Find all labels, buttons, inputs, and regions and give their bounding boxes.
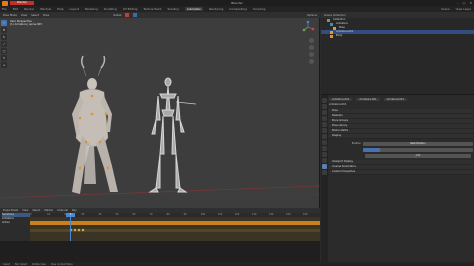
view-layer-tab-icon[interactable] [322,116,327,121]
output-tab-icon[interactable] [322,110,327,115]
physics-tab-icon[interactable] [322,152,327,157]
object-name-pill[interactable]: Armature.001 [329,98,353,101]
3d-viewport[interactable]: Pose Mode View Select Pose Global Option… [0,12,320,208]
constraints-tab-icon[interactable] [322,158,327,163]
channel-action[interactable]: Action [2,221,30,225]
collection-icon [327,18,330,22]
pin-pill[interactable]: Armature.001 [383,98,407,101]
tab-sculpting[interactable]: Sculpting [104,7,117,11]
status-bar: Select Box Select Rotate View Pose Conte… [0,262,474,266]
menu-select[interactable]: Select [31,14,39,17]
playhead[interactable] [70,213,71,243]
status-hint: Rotate View [32,262,46,266]
status-hint: Select [3,262,11,266]
menu-file[interactable]: File [2,7,7,11]
menu-view[interactable]: View [22,209,28,212]
panel-pose-library[interactable]: Pose Library [329,124,473,129]
position-label: Position [351,142,361,145]
keyframe-area[interactable] [30,217,320,241]
rest-position-dropdown[interactable]: Rest Position [363,141,473,146]
mesh-icon [330,34,333,38]
scene-tab-icon[interactable] [322,122,327,127]
menu-channel[interactable]: Channel [57,209,68,212]
tab-texture-paint[interactable]: Texture Paint [143,7,161,11]
skeleton-armature[interactable] [148,77,197,193]
menu-select[interactable]: Select [32,209,40,212]
window-title: Blender [231,1,243,5]
tab-compositing[interactable]: Compositing [229,7,247,11]
properties-tabs [321,95,328,263]
menu-view[interactable]: View [21,14,27,17]
panel-pose[interactable]: Pose [329,109,473,114]
menu-help[interactable]: Help [57,7,63,11]
status-hint: Pose Context Menu [50,262,73,266]
panel-bone-groups[interactable]: Bone Groups [329,119,473,124]
render-tab-icon[interactable] [322,104,327,109]
close-icon[interactable]: ✕ [469,1,472,5]
tab-modeling[interactable]: Modeling [85,7,98,11]
panel-motion-paths[interactable]: Motion Paths [329,129,473,134]
snap-icon[interactable] [133,13,138,17]
minimize-icon[interactable]: – [457,1,459,5]
world-tab-icon[interactable] [322,128,327,133]
scene-canvas[interactable] [0,18,320,208]
armored-character-mesh[interactable] [72,55,118,194]
outliner-row-label: Body [336,34,343,37]
data-name-pill[interactable]: Armature.001 [356,98,380,101]
slider-field [329,147,473,152]
armature-icon [330,22,333,26]
panel-inverse-kinematics[interactable]: Inverse Kinematics [329,165,473,170]
editor-type-selector[interactable]: Dope Sheet [3,209,18,212]
panel-custom-properties[interactable]: Custom Properties [329,170,473,175]
menu-render[interactable]: Render [24,7,34,11]
outliner[interactable]: Scene Collection Collection Armature Pos… [321,12,474,94]
current-frame-label[interactable]: 0 [66,213,75,217]
properties-header: Armature.001 Armature.001 Armature.001 [329,97,473,102]
menu-key[interactable]: Key [72,209,77,212]
add-button[interactable]: Add [365,154,471,158]
panel-display[interactable]: Display [329,134,473,139]
object-tab-icon[interactable] [322,134,327,139]
properties-editor[interactable]: Armature.001 Armature.001 Armature.001 A… [321,94,474,263]
mode-selector[interactable]: Pose Mode [3,14,17,17]
scene-selector[interactable]: Scene [441,7,450,11]
tab-animation[interactable]: Animation [184,7,204,11]
options-menu[interactable]: Options [307,14,317,17]
menu-pose[interactable]: Pose [43,14,49,17]
bone-tab-icon[interactable] [322,170,327,175]
position-field: Position Rest Position [329,141,473,146]
view-layer-selector[interactable]: View Layer [456,7,471,11]
tab-layout[interactable]: Layout [70,7,80,11]
modifier-tab-icon[interactable] [322,140,327,145]
tab-uv-editing[interactable]: UV Editing [123,7,138,11]
armature-data-tab-icon[interactable] [322,164,327,169]
record-icon[interactable] [125,13,130,17]
armature-icon [330,30,333,34]
summary-stripe [30,221,320,225]
tab-rendering[interactable]: Rendering [209,7,223,11]
outliner-root-label: Scene Collection [324,13,346,17]
status-hint: Box Select [15,262,28,266]
panel-viewport-display[interactable]: Viewport Display [329,160,473,165]
value-slider[interactable] [363,147,473,152]
tab-scripting[interactable]: Scripting [253,7,265,11]
maximize-icon[interactable]: □ [463,1,466,5]
data-block-name[interactable]: Armature.001 [329,103,473,107]
dope-sheet-editor[interactable]: Dope Sheet View Select Marker Channel Ke… [0,208,320,266]
tab-shading[interactable]: Shading [167,7,178,11]
transform-orientation[interactable]: Global [113,14,121,17]
menu-marker[interactable]: Marker [44,209,53,212]
channel-list: Summary Armature Action [0,213,30,241]
slider-fill [363,147,380,152]
tool-tab-icon[interactable] [322,98,327,103]
outliner-row[interactable]: Body [321,34,474,38]
particles-tab-icon[interactable] [322,146,327,151]
panel-skeleton[interactable]: Skeleton [329,114,473,119]
menu-window[interactable]: Window [40,7,51,11]
menu-edit[interactable]: Edit [13,7,18,11]
